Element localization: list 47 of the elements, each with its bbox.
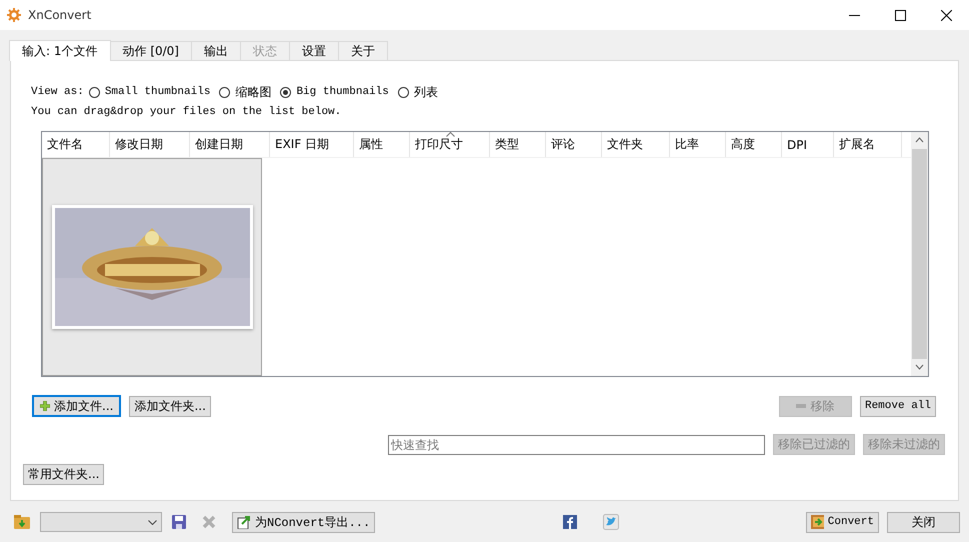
column-header[interactable]: 文件夹 [602, 132, 670, 157]
column-header[interactable]: 类型 [490, 132, 546, 157]
column-header[interactable]: 高度 [726, 132, 782, 157]
favorite-folders-button[interactable]: 常用文件夹... [23, 464, 104, 485]
view-radio[interactable]: Small thumbnails [88, 86, 210, 98]
close-icon [940, 10, 952, 20]
close-dialog-button[interactable]: 关闭 [887, 512, 960, 532]
convert-button[interactable]: Convert [806, 512, 879, 532]
tab[interactable]: 输出 [191, 41, 241, 60]
plus-icon [40, 401, 50, 411]
add-folder-button[interactable]: 添加文件夹... [129, 396, 211, 416]
column-header[interactable]: 属性 [354, 132, 410, 157]
window-title: XnConvert [28, 8, 92, 22]
maximize-icon [894, 10, 906, 20]
image-icon [811, 515, 824, 529]
view-radio[interactable]: 缩略图 [219, 84, 272, 100]
add-files-button[interactable]: 添加文件... [32, 395, 122, 417]
tab[interactable]: 输入: 1个文件 [9, 40, 110, 61]
tab[interactable]: 关于 [338, 41, 388, 60]
drag-drop-hint: You can drag&drop your files on the list below. [31, 106, 342, 118]
facebook-icon[interactable] [562, 515, 577, 529]
column-header[interactable]: 评论 [546, 132, 602, 157]
column-header[interactable]: 打印尺寸 [410, 132, 490, 157]
column-header[interactable]: EXIF 日期 [270, 132, 354, 157]
export-button[interactable]: 为NConvert导出... [232, 512, 376, 532]
column-header[interactable]: 比率 [670, 132, 726, 157]
column-header[interactable]: DPI [782, 132, 834, 157]
app-logo-icon [6, 7, 22, 23]
scrollbar[interactable] [911, 132, 928, 376]
view-as-label: View as: [31, 86, 84, 98]
folder-icon[interactable] [14, 515, 30, 529]
tab[interactable]: 动作 [0/0] [110, 41, 192, 60]
column-header[interactable]: 文件名 [42, 132, 110, 157]
thumbnail-cell[interactable] [42, 158, 262, 376]
column-header[interactable]: 扩展名 [834, 132, 902, 157]
twitter-icon[interactable] [602, 514, 619, 530]
view-radio[interactable]: 列表 [398, 84, 438, 100]
minus-icon [796, 404, 806, 408]
sort-icon [446, 132, 455, 137]
search-field[interactable]: 快速查找 [388, 434, 765, 454]
save-icon[interactable] [172, 515, 186, 529]
export-icon [237, 515, 251, 529]
caret-icon [148, 520, 157, 524]
remove-all-button[interactable]: Remove all [860, 396, 936, 416]
view-radio[interactable]: Big thumbnails [280, 86, 389, 98]
column-header[interactable]: 创建日期 [190, 132, 270, 157]
column-header[interactable]: 修改日期 [110, 132, 190, 157]
